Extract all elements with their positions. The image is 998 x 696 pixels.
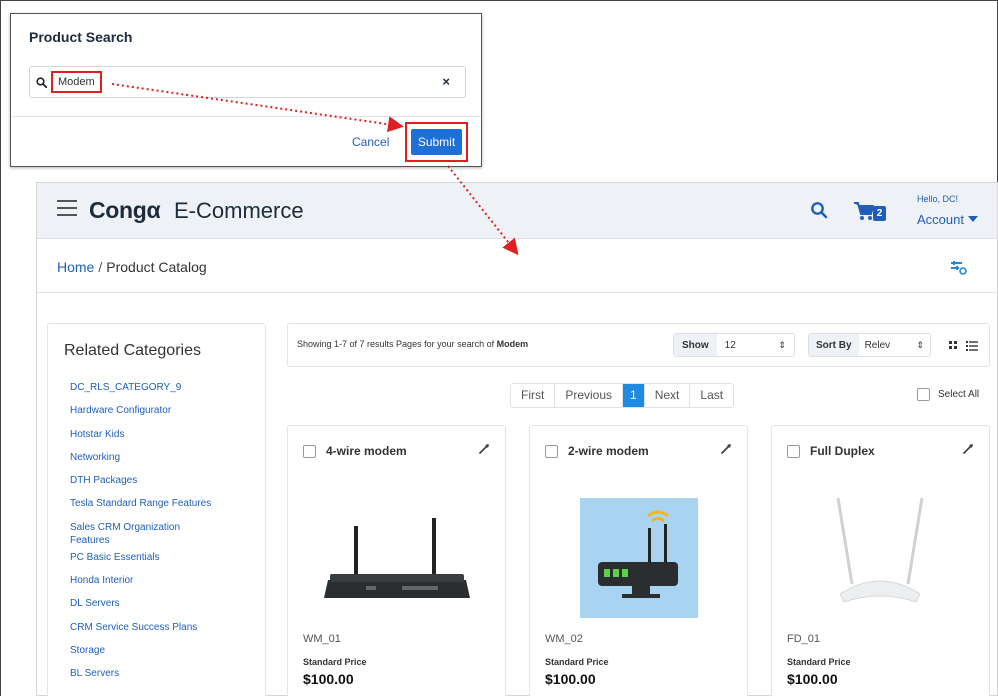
related-categories-panel: Related Categories DC_RLS_CATEGORY_9 Har… [47, 323, 266, 696]
product-code: WM_02 [545, 633, 583, 645]
category-link[interactable]: Hotstar Kids [70, 428, 220, 451]
breadcrumb-separator: / [98, 259, 103, 275]
product-image-router-wifi[interactable] [548, 498, 728, 618]
category-link[interactable]: Honda Interior [70, 574, 220, 597]
product-code: WM_01 [303, 633, 341, 645]
product-card[interactable]: Full Duplex FD_01 Standard Price $100.00 [771, 425, 990, 696]
category-link[interactable]: PC Basic Essentials [70, 551, 220, 574]
show-label: Show [674, 334, 717, 356]
product-checkbox[interactable] [303, 445, 316, 458]
breadcrumb-current: Product Catalog [106, 259, 207, 275]
brand-logo[interactable]: Congα [89, 197, 161, 224]
select-all-label: Select All [938, 389, 980, 400]
select-all-control: Select All [917, 388, 979, 401]
category-link[interactable]: Hardware Configurator [70, 404, 220, 427]
cart-icon [854, 202, 874, 220]
price-label: Standard Price [545, 657, 609, 667]
page-first[interactable]: First [511, 384, 556, 407]
search-icon[interactable] [810, 201, 828, 219]
product-checkbox[interactable] [787, 445, 800, 458]
account-menu[interactable]: Account [917, 212, 978, 227]
grid-view-icon[interactable] [948, 340, 960, 352]
account-label: Account [917, 212, 964, 227]
wrench-icon[interactable] [720, 444, 731, 455]
product-name[interactable]: Full Duplex [810, 444, 875, 458]
category-link[interactable]: BL Servers [70, 667, 220, 690]
cancel-button[interactable]: Cancel [352, 135, 389, 149]
category-link[interactable]: DL Servers [70, 597, 220, 620]
page-last[interactable]: Last [690, 384, 733, 407]
filter-settings-icon[interactable] [951, 261, 967, 275]
product-card[interactable]: 4-wire modem WM_01 Standard Price $100.0… [287, 425, 506, 696]
category-list: DC_RLS_CATEGORY_9 Hardware Configurator … [70, 381, 220, 691]
price-label: Standard Price [787, 657, 851, 667]
wrench-icon[interactable] [962, 444, 973, 455]
search-term: Modem [496, 339, 529, 349]
results-toolbar: Showing 1-7 of 7 results Pages for your … [287, 323, 990, 367]
sort-arrows-icon: ⇕ [916, 339, 924, 350]
results-summary-text: Showing 1-7 of 7 results Pages for your … [297, 339, 495, 349]
sort-value: Relev [864, 339, 891, 351]
page-previous[interactable]: Previous [555, 384, 624, 407]
search-input[interactable]: Modem × [29, 66, 466, 98]
breadcrumb-bar: Home / Product Catalog [37, 239, 997, 293]
page-next[interactable]: Next [645, 384, 691, 407]
show-count-select[interactable]: Show 12 ⇕ [673, 333, 795, 357]
clear-search-icon[interactable]: × [442, 74, 450, 89]
product-image-router-black[interactable] [306, 498, 486, 618]
product-name[interactable]: 2-wire modem [568, 444, 649, 458]
page-current[interactable]: 1 [623, 384, 645, 407]
sort-by-select[interactable]: Sort By Relev ⇕ [808, 333, 931, 357]
product-image-router-white[interactable] [790, 498, 970, 618]
sort-label: Sort By [809, 334, 859, 356]
category-link[interactable]: Tesla Standard Range Features [70, 497, 220, 520]
brand-subtitle: E-Commerce [174, 198, 304, 223]
results-summary: Showing 1-7 of 7 results Pages for your … [297, 339, 528, 349]
breadcrumb: Home / Product Catalog [57, 259, 207, 275]
search-icon [36, 77, 47, 88]
submit-button[interactable]: Submit [411, 129, 462, 155]
breadcrumb-home-link[interactable]: Home [57, 259, 94, 275]
category-link[interactable]: Storage [70, 644, 220, 667]
chevron-down-icon [967, 216, 978, 222]
category-link[interactable]: DC_RLS_CATEGORY_9 [70, 381, 220, 404]
cart-button[interactable]: 2 [853, 199, 889, 223]
dialog-title: Product Search [29, 29, 133, 45]
pagination: First Previous 1 Next Last [510, 383, 735, 408]
product-price: $100.00 [787, 671, 838, 687]
list-view-icon[interactable] [966, 340, 978, 352]
product-price: $100.00 [303, 671, 354, 687]
dialog-divider [11, 116, 481, 117]
product-price: $100.00 [545, 671, 596, 687]
hamburger-icon[interactable] [57, 200, 77, 216]
category-link[interactable]: Networking [70, 451, 220, 474]
select-all-checkbox[interactable] [917, 388, 930, 401]
show-value: 12 [724, 339, 736, 351]
category-link[interactable]: DTH Packages [70, 474, 220, 497]
sort-arrows-icon: ⇕ [778, 339, 786, 350]
greeting-text: Hello, DC! [917, 194, 959, 204]
ecommerce-page: Congα E-Commerce 2 Hello, DC! Account Ho… [36, 182, 998, 696]
product-code: FD_01 [787, 633, 821, 645]
search-query-highlight[interactable]: Modem [51, 71, 102, 93]
product-checkbox[interactable] [545, 445, 558, 458]
price-label: Standard Price [303, 657, 367, 667]
wrench-icon[interactable] [478, 444, 489, 455]
cart-count-badge: 2 [873, 206, 886, 221]
category-link[interactable]: CRM Service Success Plans [70, 621, 220, 644]
category-link[interactable]: Sales CRM Organization Features [70, 521, 220, 551]
product-search-dialog: Product Search Modem × Cancel Submit [10, 13, 482, 167]
product-card[interactable]: 2-wire modem WM_02 Standard Price $100.0… [529, 425, 748, 696]
product-name[interactable]: 4-wire modem [326, 444, 407, 458]
top-navbar: Congα E-Commerce 2 Hello, DC! Account [37, 183, 997, 239]
sidebar-title: Related Categories [64, 342, 201, 359]
submit-highlight: Submit [405, 122, 468, 162]
